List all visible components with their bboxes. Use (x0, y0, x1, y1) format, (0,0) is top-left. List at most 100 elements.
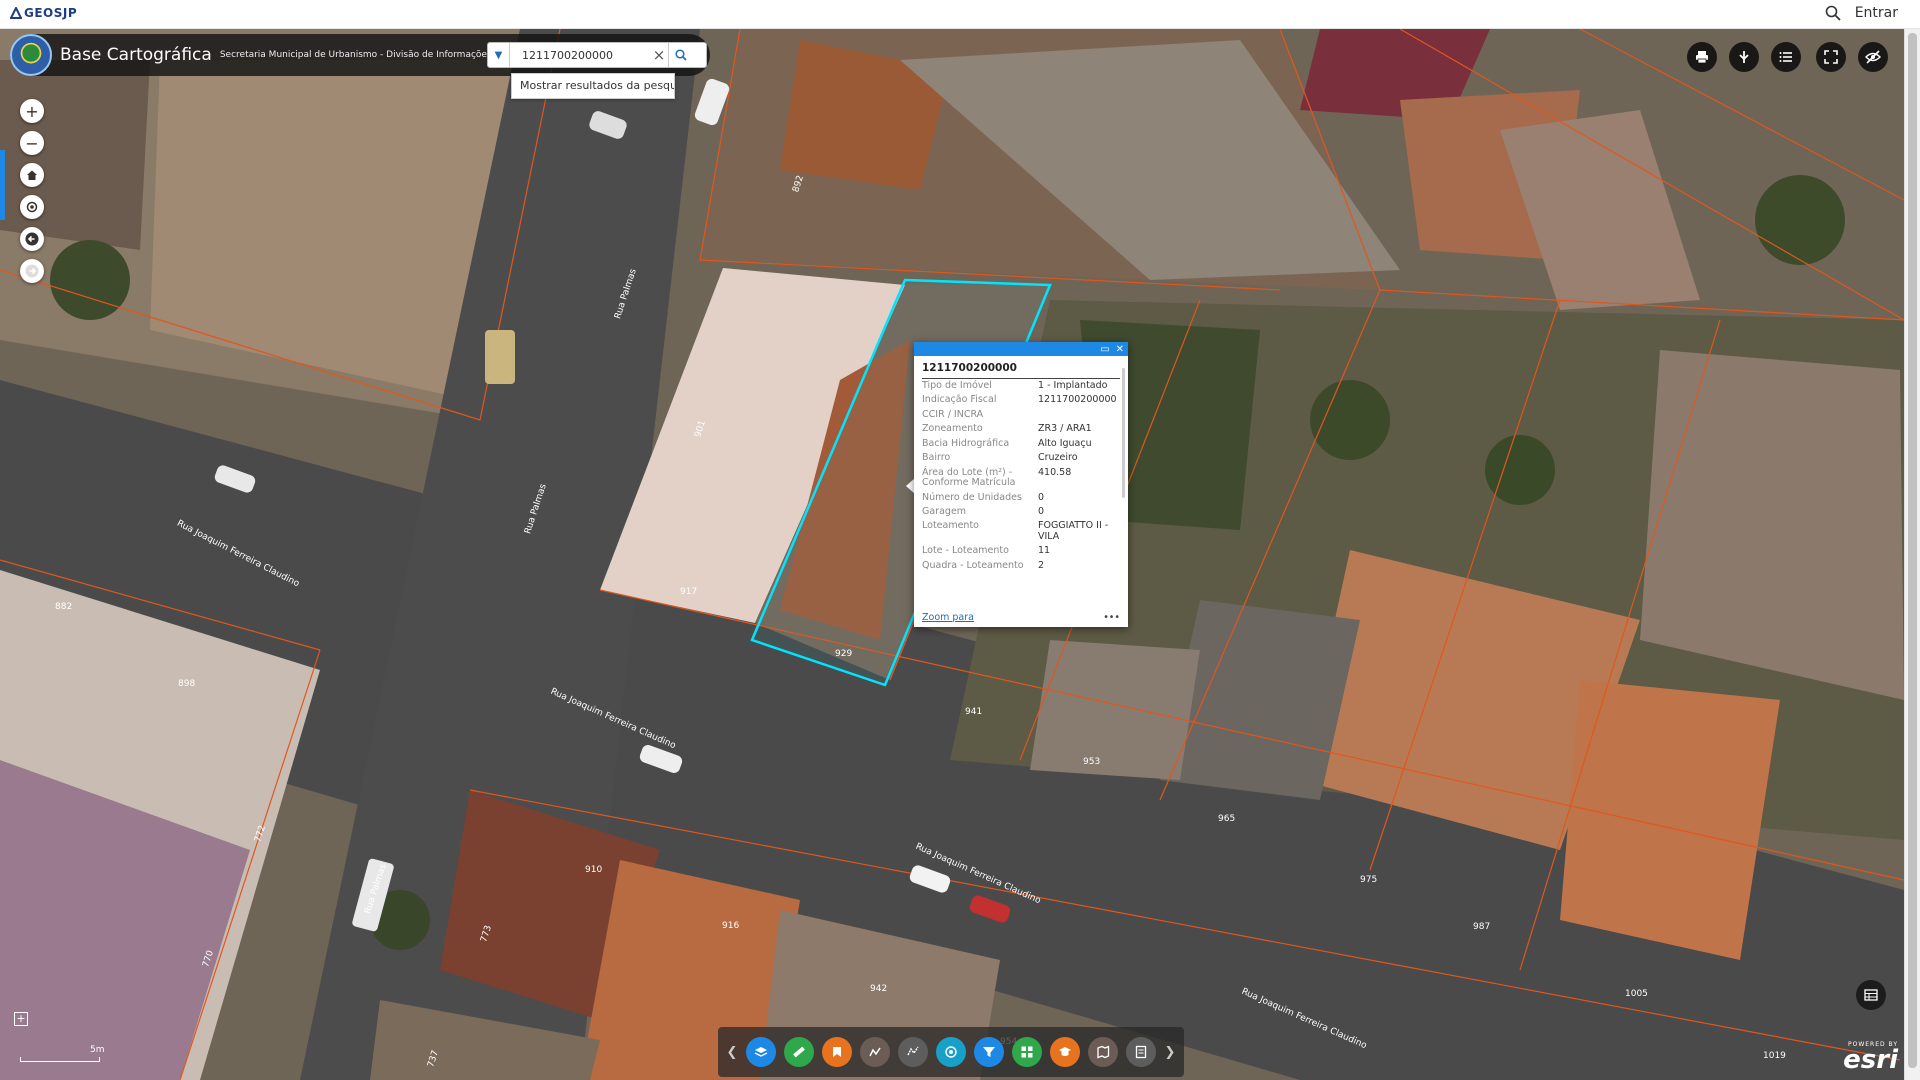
attribute-key: Área do Lote (m²) - Conforme Matrícula (922, 466, 1016, 489)
attribute-value: 410.58 (1038, 466, 1072, 478)
search-icon[interactable] (1825, 5, 1841, 21)
popup-scrollbar[interactable] (1122, 368, 1125, 498)
attribute-value: 1 - Implantado (1038, 380, 1108, 391)
overview-map-toggle[interactable]: + (14, 1012, 28, 1026)
minus-icon: − (25, 133, 39, 153)
export-widget-button[interactable] (1126, 1037, 1156, 1067)
grid-widget-button[interactable] (1012, 1037, 1042, 1067)
lot-number: 1005 (1625, 989, 1648, 999)
zoom-out-button[interactable]: − (20, 131, 44, 155)
search-button[interactable] (668, 43, 692, 67)
list-icon (1779, 52, 1792, 62)
select-widget-button[interactable] (898, 1037, 928, 1067)
back-arrow-icon (25, 232, 39, 246)
close-icon[interactable]: ✕ (1116, 344, 1124, 355)
attribute-key: Bacia Hidrográfica (922, 437, 1010, 449)
geosjp-mark-icon (10, 7, 22, 19)
search-input[interactable] (510, 44, 650, 66)
attribute-key: Lote - Loteamento (922, 545, 1009, 557)
popup-toolbar: ▭ ✕ (914, 342, 1128, 356)
attribute-row: Garagem 0 (922, 505, 1118, 519)
bookmark-icon (833, 1047, 841, 1057)
attribute-key: Número de Unidades (922, 491, 1022, 503)
attribute-row: Lote - Loteamento 11 (922, 544, 1118, 558)
search-source-dropdown[interactable]: ▼ (488, 43, 510, 67)
attribute-value: 2 (1038, 559, 1045, 571)
lot-number: 882 (55, 602, 73, 612)
plus-icon: + (25, 101, 39, 121)
search-icon (674, 49, 687, 61)
map-navigation: + − (20, 99, 44, 283)
attribute-key: CCIR / INCRA (922, 408, 984, 420)
attribute-row: Quadra - Loteamento 2 (922, 559, 1118, 573)
maximize-icon[interactable]: ▭ (1100, 344, 1109, 355)
bookmark-widget-button[interactable] (822, 1037, 852, 1067)
dock-next-button[interactable]: ❯ (1164, 1045, 1176, 1060)
brand-logo[interactable]: GEOSJP (10, 6, 77, 20)
lot-number: 916 (722, 921, 740, 931)
table-icon (1864, 989, 1878, 1001)
close-icon: × (652, 46, 666, 64)
lot-number: 941 (965, 707, 983, 717)
attribute-table-button[interactable] (1856, 980, 1886, 1010)
basemap-widget-button[interactable] (936, 1037, 966, 1067)
city-emblem-icon[interactable] (10, 34, 52, 76)
locate-button[interactable] (20, 195, 44, 219)
login-link[interactable]: Entrar (1855, 5, 1898, 21)
attribute-key: Indicação Fiscal (922, 394, 997, 406)
page-scrollbar[interactable] (1904, 29, 1920, 1080)
attribute-row: Número de Unidades 0 (922, 491, 1118, 505)
previous-extent-button[interactable] (20, 227, 44, 251)
hide-widgets-button[interactable] (1858, 42, 1888, 72)
fullscreen-button[interactable] (1816, 42, 1846, 72)
attribute-key: Quadra - Loteamento (922, 559, 1024, 571)
fullscreen-icon (1824, 50, 1838, 64)
measure-widget-button[interactable] (784, 1037, 814, 1067)
attribute-row: Bairro Cruzeiro (922, 451, 1118, 465)
school-widget-button[interactable] (1050, 1037, 1080, 1067)
widget-dock: ❮ ❯ (718, 1027, 1184, 1077)
more-actions-button[interactable]: ••• (1103, 612, 1120, 623)
chevron-down-icon: ▼ (494, 49, 503, 61)
attribute-key: Zoneamento (922, 423, 983, 435)
filter-icon (983, 1047, 995, 1057)
dock-prev-button[interactable]: ❮ (726, 1045, 738, 1060)
lot-number: 917 (680, 587, 698, 597)
print-button[interactable] (1687, 42, 1717, 72)
esri-attribution: POWERED BY esri (1843, 1041, 1898, 1073)
forward-arrow-icon (25, 264, 39, 278)
locate-icon (26, 201, 38, 213)
lot-number: 898 (178, 679, 196, 689)
attribute-value: 1211700200000 (1038, 394, 1117, 406)
search-suggestion[interactable]: Mostrar resultados da pesqu... (511, 73, 675, 99)
zoom-to-link[interactable]: Zoom para (922, 612, 974, 623)
top-bar: GEOSJP Entrar (0, 0, 1920, 29)
lot-number: 953 (1083, 757, 1101, 767)
attribute-key: Garagem (922, 505, 967, 517)
home-icon (27, 170, 37, 180)
attribute-key: Tipo de Imóvel (922, 380, 992, 391)
share-icon (1739, 51, 1749, 63)
print-map-widget-button[interactable] (1088, 1037, 1118, 1067)
export-icon (1135, 1045, 1147, 1059)
print-map-icon (1097, 1045, 1110, 1059)
popup-footer: Zoom para ••• (922, 612, 1120, 623)
attribute-row: Tipo de Imóvel 1 - Implantado (922, 379, 1118, 393)
scale-label: 5m (90, 1045, 105, 1055)
home-button[interactable] (20, 163, 44, 187)
layers-widget-button[interactable] (746, 1037, 776, 1067)
filter-widget-button[interactable] (974, 1037, 1004, 1067)
side-panel-handle[interactable] (0, 150, 5, 220)
attribute-value: 0 (1038, 505, 1045, 517)
share-button[interactable] (1729, 42, 1759, 72)
layer-list-button[interactable] (1771, 42, 1801, 72)
zoom-in-button[interactable]: + (20, 99, 44, 123)
attribute-row: Zoneamento ZR3 / ARA1 (922, 422, 1118, 436)
draw-widget-button[interactable] (860, 1037, 890, 1067)
attribute-value: FOGGIATTO II - VILA (1038, 520, 1109, 542)
clear-search-button[interactable]: × (650, 46, 668, 64)
eye-off-icon (1865, 50, 1881, 64)
scrollbar-thumb[interactable] (1908, 33, 1917, 1068)
attribute-value: ZR3 / ARA1 (1038, 423, 1092, 435)
next-extent-button[interactable] (20, 259, 44, 283)
